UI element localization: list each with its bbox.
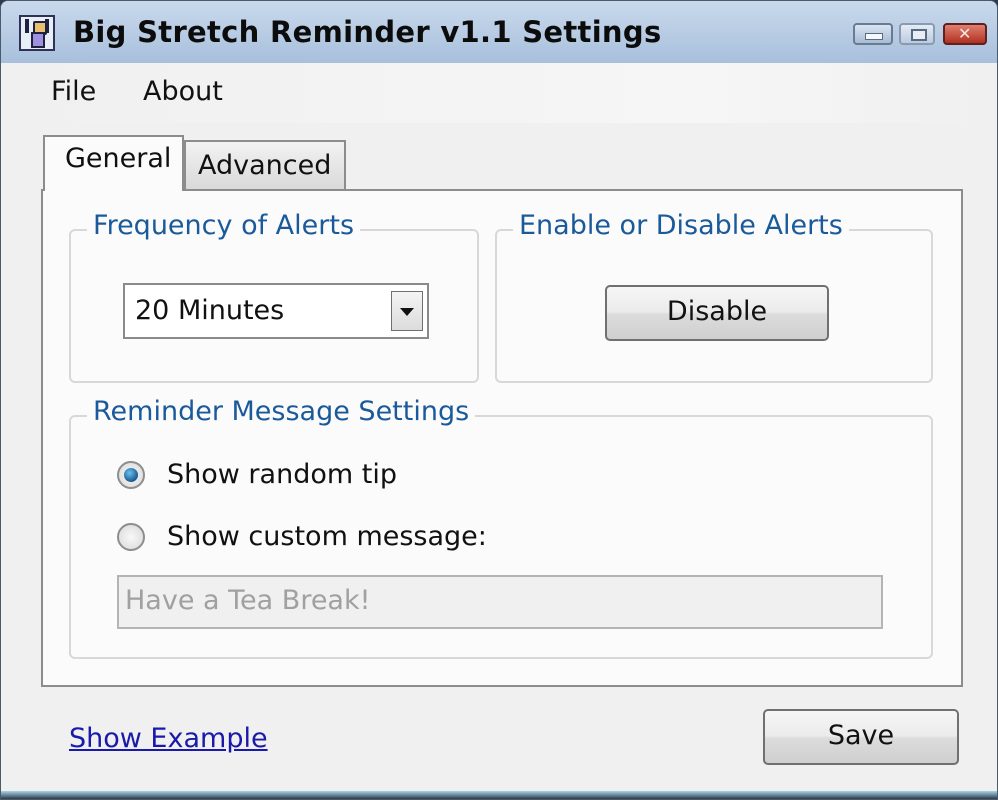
frequency-group: Frequency of Alerts 20 Minutes	[69, 210, 479, 383]
save-button[interactable]: Save	[763, 709, 959, 765]
radio-unchecked-icon[interactable]	[117, 522, 145, 551]
app-stretch-icon	[19, 15, 55, 51]
frequency-dropdown[interactable]: 20 Minutes	[123, 283, 429, 339]
enable-disable-group: Enable or Disable Alerts Disable	[495, 210, 933, 383]
title-bar[interactable]: Big Stretch Reminder v1.1 Settings	[1, 1, 997, 63]
enable-group-label: Enable or Disable Alerts	[513, 210, 849, 241]
chevron-down-icon[interactable]	[391, 291, 423, 331]
settings-window: Big Stretch Reminder v1.1 Settings File …	[0, 0, 998, 800]
window-bottom-border	[1, 791, 997, 799]
radio-random-tip[interactable]: Show random tip	[117, 459, 397, 490]
show-example-link[interactable]: Show Example	[69, 723, 268, 754]
frequency-selected-value: 20 Minutes	[135, 295, 285, 326]
menu-about[interactable]: About	[143, 76, 223, 107]
frequency-group-label: Frequency of Alerts	[87, 210, 361, 241]
message-group-label: Reminder Message Settings	[87, 396, 476, 427]
radio-custom-message[interactable]: Show custom message:	[117, 521, 487, 552]
radio-random-tip-label[interactable]: Show random tip	[167, 459, 397, 490]
window-title: Big Stretch Reminder v1.1 Settings	[73, 15, 662, 49]
minimize-button[interactable]	[853, 23, 893, 45]
tab-advanced[interactable]: Advanced	[184, 140, 346, 190]
radio-custom-message-label[interactable]: Show custom message:	[167, 521, 487, 552]
custom-message-input[interactable]: Have a Tea Break!	[117, 575, 883, 629]
tab-general[interactable]: General	[43, 135, 184, 191]
client-area: File About General Advanced Frequency of…	[9, 63, 991, 793]
close-button[interactable]	[943, 23, 987, 45]
reminder-message-group: Reminder Message Settings Show random ti…	[69, 396, 933, 659]
radio-checked-icon[interactable]	[117, 460, 145, 489]
maximize-button[interactable]	[899, 23, 935, 45]
disable-button[interactable]: Disable	[605, 285, 829, 341]
menu-bar: File About	[9, 63, 991, 123]
general-tab-panel: Frequency of Alerts 20 Minutes Enable or…	[41, 189, 963, 687]
menu-file[interactable]: File	[51, 76, 96, 107]
